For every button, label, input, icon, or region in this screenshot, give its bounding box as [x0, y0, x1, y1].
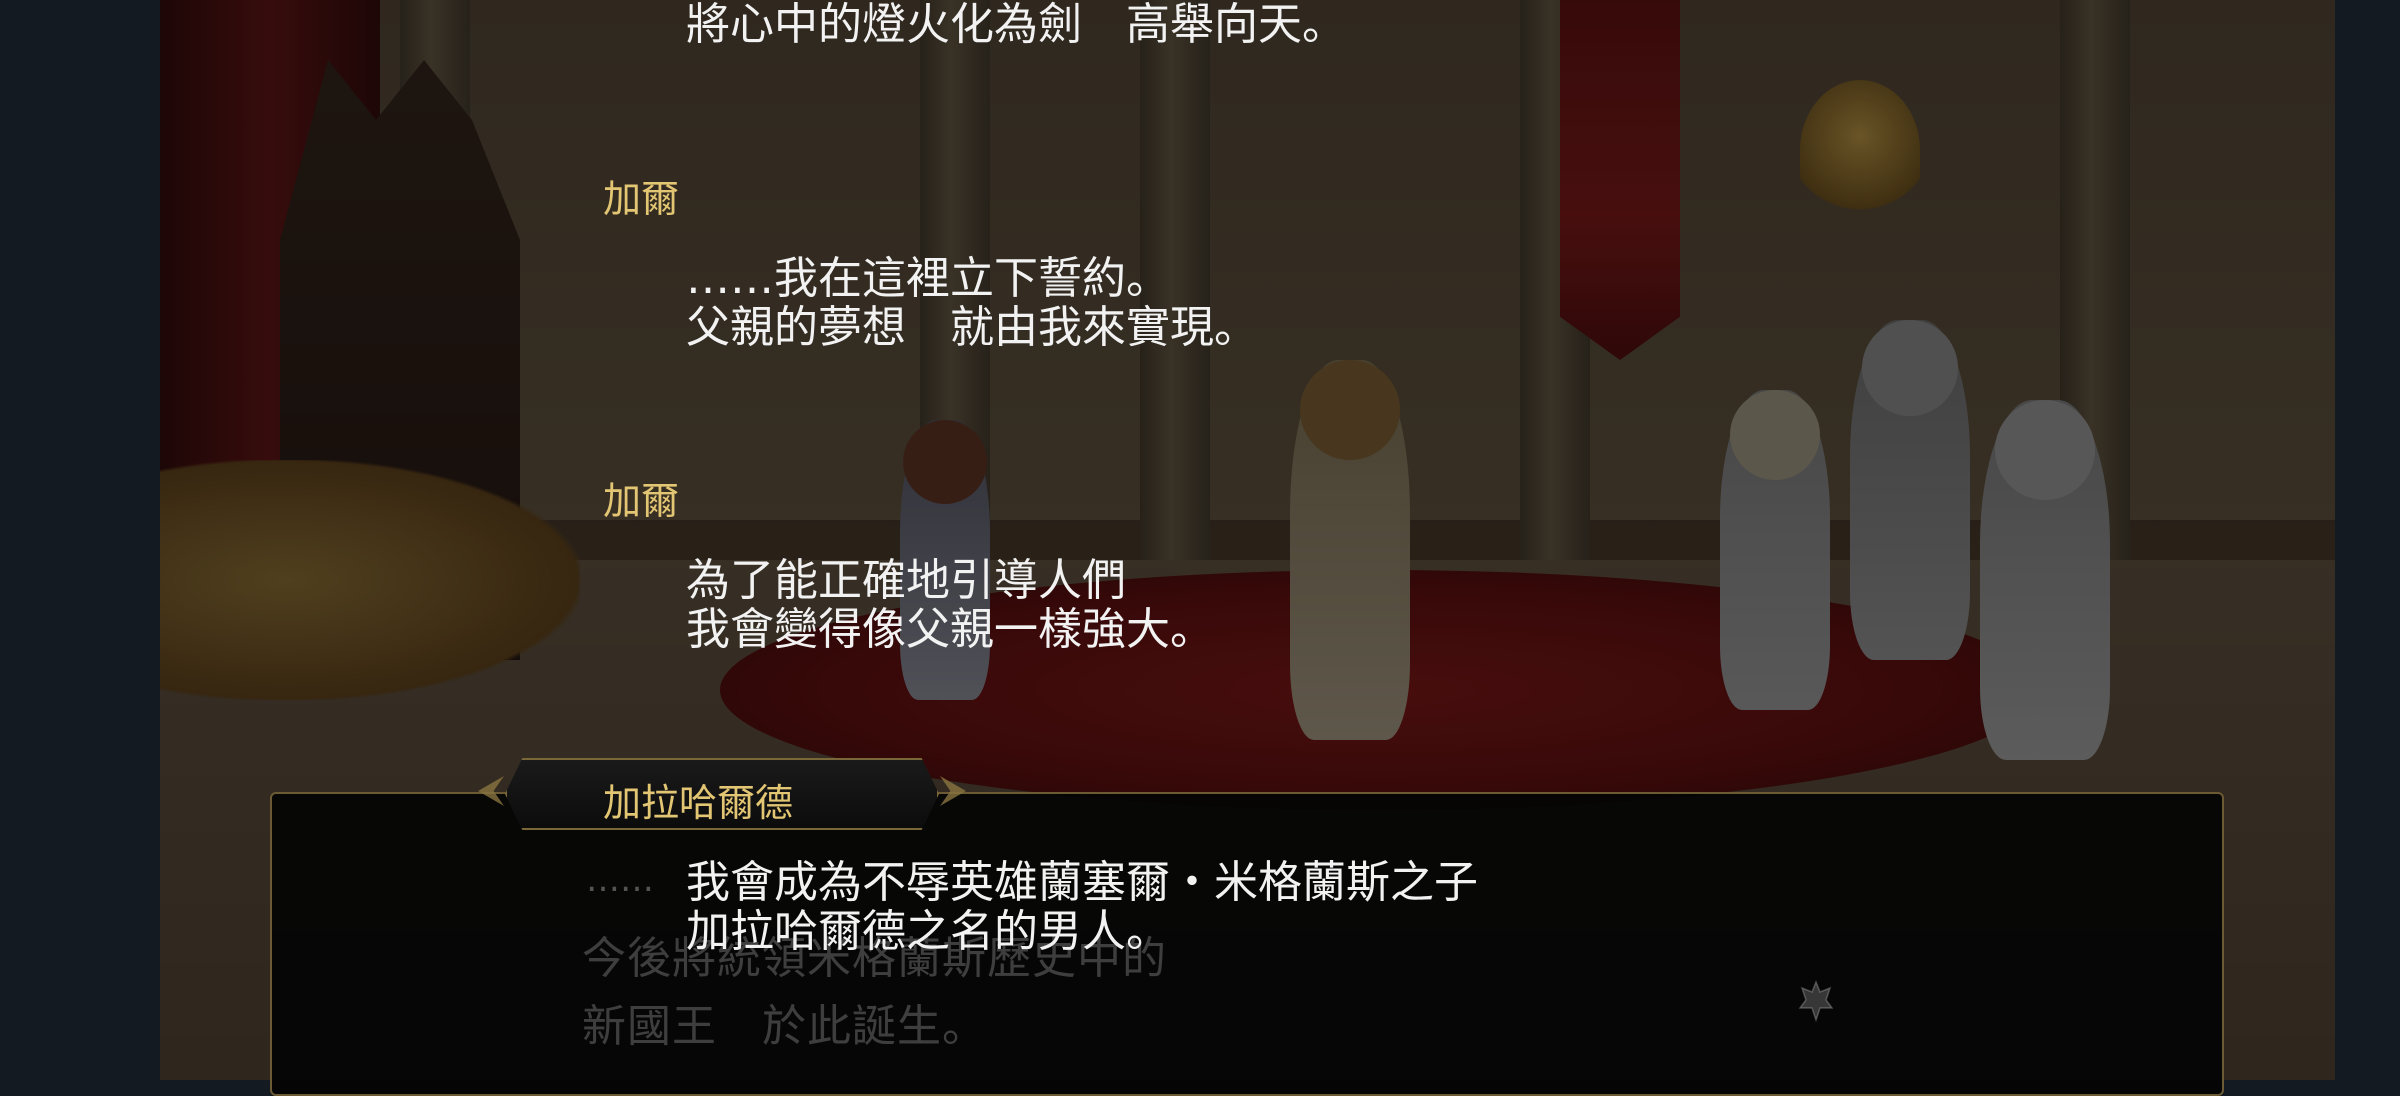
crest-advance-icon[interactable] [1798, 978, 1834, 1024]
speaker-name: 加爾 [603, 177, 680, 221]
dialog-window[interactable] [270, 792, 2224, 1096]
speaker-name: 加拉哈爾德 [603, 781, 794, 825]
backlog-top-line: 將心中的燈火化為劍 高舉向天。 [686, 0, 1346, 50]
dialogue-line: 父親的夢想 就由我來實現。 [686, 302, 1258, 353]
dialog-line-2: 新國王 於此誕生。 [582, 1001, 987, 1052]
dialogue-line: ……我在這裡立下誓約。 [686, 253, 1170, 304]
speaker-name: 加爾 [603, 479, 680, 523]
dialogue-line: 我會成為不辱英雄蘭塞爾・米格蘭斯之子 [686, 857, 1478, 908]
dialogue-line: 為了能正確地引導人們 [686, 555, 1126, 606]
dialogue-line: 我會變得像父親一樣強大。 [686, 604, 1214, 655]
dialog-ellipsis: …… [586, 860, 654, 900]
dialogue-line: 加拉哈爾德之名的男人。 [686, 906, 1170, 957]
